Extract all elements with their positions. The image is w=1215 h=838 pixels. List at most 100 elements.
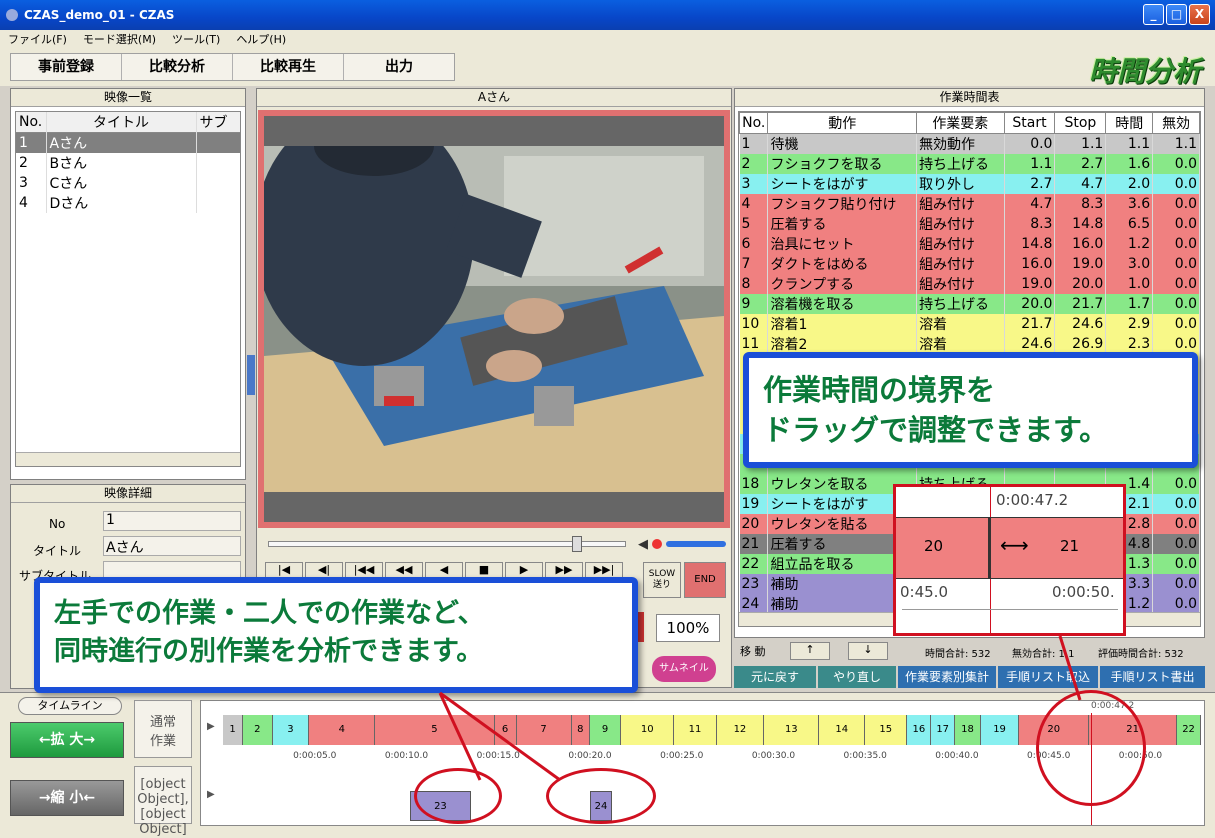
table-row[interactable]: 1 待機 無効動作 0.0 1.1 1.1 1.1 <box>739 133 1200 154</box>
timeline-segment[interactable]: 3 <box>272 715 310 745</box>
inset-time-top: 0:00:47.2 <box>996 491 1069 509</box>
video-frame[interactable] <box>254 106 724 522</box>
export-list-button[interactable]: 手順リスト書出 <box>1100 666 1205 688</box>
close-button[interactable]: X <box>1189 4 1210 25</box>
nav-output[interactable]: 出力 <box>344 54 454 80</box>
timeline-segment[interactable]: 7 <box>516 715 572 745</box>
nav-compare-analysis[interactable]: 比較分析 <box>122 54 233 80</box>
timeline-segment[interactable]: 10 <box>621 715 675 745</box>
cell-time: 1.7 <box>1105 294 1154 314</box>
table-row[interactable]: 4 フショクフ貼り付け 組み付け 4.7 8.3 3.6 0.0 <box>739 194 1200 214</box>
list-item[interactable]: 3 Cさん <box>16 173 240 193</box>
timeline-segment[interactable]: 13 <box>764 715 820 745</box>
timeline-segment[interactable]: 12 <box>716 715 765 745</box>
parallel-track-arrow-icon[interactable]: ▶ <box>207 789 215 800</box>
table-row[interactable]: 9 溶着機を取る 持ち上げる 20.0 21.7 1.7 0.0 <box>739 294 1200 314</box>
end-button[interactable]: END <box>684 562 726 598</box>
cell-start: 4.7 <box>1004 194 1056 214</box>
cell-stop: 16.0 <box>1054 234 1107 254</box>
menu-help[interactable]: ヘルプ(H) <box>228 31 294 47</box>
import-list-button[interactable]: 手順リスト取込 <box>998 666 1098 688</box>
list-item[interactable]: 2 Bさん <box>16 153 240 173</box>
cell-stop: 21.7 <box>1054 294 1107 314</box>
detail-no-field[interactable]: 1 <box>103 511 241 531</box>
splitter-handle[interactable] <box>247 355 255 395</box>
minimize-button[interactable]: _ <box>1143 4 1164 25</box>
maximize-button[interactable]: □ <box>1166 4 1187 25</box>
cell-no: 8 <box>739 274 769 294</box>
cell-act: フショクフを取る <box>767 154 918 174</box>
volume-slider[interactable] <box>666 541 726 547</box>
table-row[interactable]: 8 クランプする 組み付け 19.0 20.0 1.0 0.0 <box>739 274 1200 294</box>
timeline-segment[interactable]: 6 <box>494 715 517 745</box>
zoom-out-button[interactable]: →縮 小← <box>10 780 124 816</box>
col-time[interactable]: 時間 <box>1105 112 1154 134</box>
move-up-button[interactable]: ↑ <box>790 642 830 660</box>
timeline-segment[interactable]: 22 <box>1177 715 1201 745</box>
nav-pre-registration[interactable]: 事前登録 <box>11 54 122 80</box>
cell-inv: 0.0 <box>1152 154 1200 174</box>
timeline-label: タイムライン <box>18 697 122 715</box>
cell-act: 溶着1 <box>767 314 918 334</box>
list-item[interactable]: 1 Aさん <box>16 132 240 153</box>
timeline-segment[interactable]: 5 <box>375 715 495 745</box>
col-title[interactable]: タイトル <box>46 112 197 133</box>
table-row[interactable]: 2 フショクフを取る 持ち上げる 1.1 2.7 1.6 0.0 <box>739 154 1200 174</box>
cell-inv: 0.0 <box>1152 514 1200 534</box>
timeline-segment[interactable]: 17 <box>931 715 956 745</box>
inset-left-label: 20 <box>924 537 944 555</box>
timeline-segment[interactable]: 9 <box>589 715 622 745</box>
undo-button[interactable]: 元に戻す <box>734 666 816 688</box>
col-subtitle[interactable]: サブ <box>196 112 240 133</box>
normal-track-arrow-icon[interactable]: ▶ <box>207 721 215 732</box>
inset-time-right: 0:00:50. <box>1052 583 1115 601</box>
move-down-button[interactable]: ↓ <box>848 642 888 660</box>
thumbnail-button[interactable]: サムネイル <box>652 656 716 682</box>
detail-title-field[interactable]: Aさん <box>103 536 241 556</box>
volume-icon[interactable]: ◀ <box>638 537 648 552</box>
redo-button[interactable]: やり直し <box>818 666 896 688</box>
timeline-segment[interactable]: 4 <box>309 715 376 745</box>
inset-divider[interactable] <box>988 517 991 579</box>
timeline-segment[interactable]: 16 <box>907 715 932 745</box>
col-start[interactable]: Start <box>1003 112 1056 134</box>
timeline-segment[interactable]: 1 <box>223 715 244 745</box>
table-row[interactable]: 5 圧着する 組み付け 8.3 14.8 6.5 0.0 <box>739 214 1200 234</box>
timeline-segment[interactable]: 14 <box>819 715 866 745</box>
mute-icon[interactable] <box>652 539 662 549</box>
timeline-segment[interactable]: 18 <box>955 715 981 745</box>
timeline-segment[interactable]: 2 <box>243 715 273 745</box>
slow-forward-button[interactable]: SLOW 送り <box>643 562 681 598</box>
col-element[interactable]: 作業要素 <box>916 112 1005 134</box>
cell-inv: 0.0 <box>1152 334 1200 354</box>
menu-mode[interactable]: モード選択(M) <box>75 31 164 47</box>
cell-act: シートをはがす <box>767 174 918 194</box>
zoom-inset: 0:00:47.2 20 ⟷ 21 0:45.0 0:00:50. <box>893 484 1126 636</box>
seek-handle[interactable] <box>572 536 582 552</box>
nav-compare-playback[interactable]: 比較再生 <box>233 54 344 80</box>
zoom-in-button[interactable]: ←拡 大→ <box>10 722 124 758</box>
video-list-panel: 映像一覧 No. タイトル サブ 1 Aさん 2 Bさん 3 Cさん 4 Dさん <box>10 88 246 480</box>
timeline-segment[interactable]: 15 <box>865 715 908 745</box>
table-row[interactable]: 7 ダクトをはめる 組み付け 16.0 19.0 3.0 0.0 <box>739 254 1200 274</box>
timeline-segment[interactable]: 19 <box>980 715 1020 745</box>
col-no[interactable]: No. <box>739 112 769 134</box>
list-item[interactable]: 4 Dさん <box>16 193 240 213</box>
cell-inv: 0.0 <box>1152 174 1200 194</box>
table-row[interactable]: 10 溶着1 溶着 21.7 24.6 2.9 0.0 <box>739 314 1200 334</box>
col-no[interactable]: No. <box>16 112 47 133</box>
col-invalid[interactable]: 無効 <box>1152 112 1200 134</box>
element-summary-button[interactable]: 作業要素別集計 <box>898 666 996 688</box>
zoom-field[interactable]: 100% <box>656 614 720 642</box>
timeline-segment[interactable]: 11 <box>674 715 717 745</box>
col-action[interactable]: 動作 <box>767 112 918 134</box>
table-row[interactable]: 3 シートをはがす 取り外し 2.7 4.7 2.0 0.0 <box>739 174 1200 194</box>
cell-no: 21 <box>739 534 769 554</box>
list-hscrollbar[interactable] <box>16 452 240 466</box>
table-row[interactable]: 11 溶着2 溶着 24.6 26.9 2.3 0.0 <box>739 334 1200 354</box>
timeline-segment[interactable]: 8 <box>571 715 590 745</box>
menu-tools[interactable]: ツール(T) <box>164 31 228 47</box>
table-row[interactable]: 6 治具にセット 組み付け 14.8 16.0 1.2 0.0 <box>739 234 1200 254</box>
menu-file[interactable]: ファイル(F) <box>0 31 75 47</box>
col-stop[interactable]: Stop <box>1054 112 1107 134</box>
